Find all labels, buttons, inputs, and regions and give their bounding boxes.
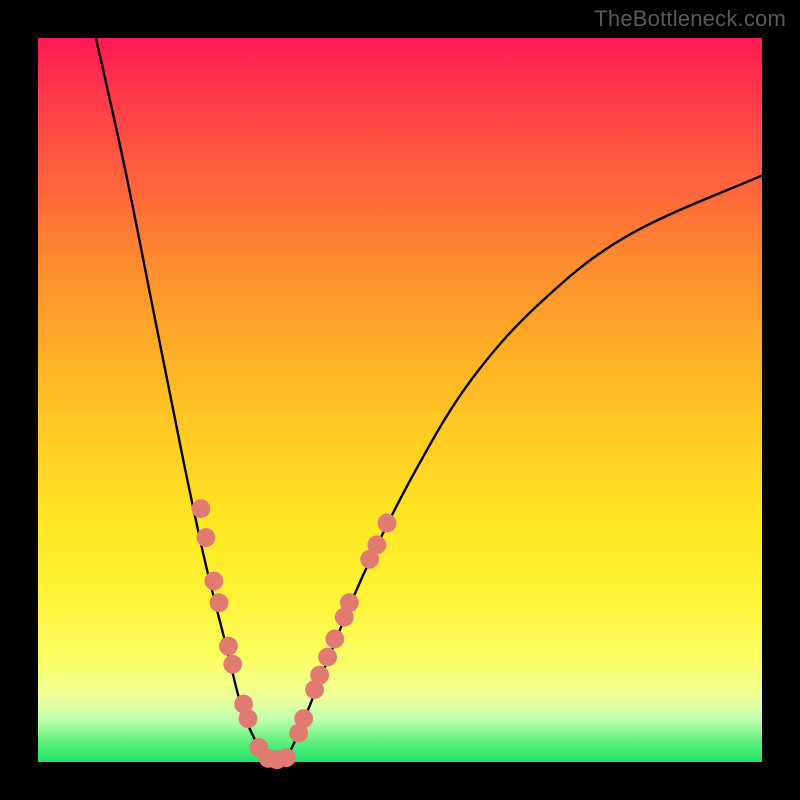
- data-marker: [340, 593, 359, 612]
- curve-right-leg: [284, 176, 762, 762]
- data-marker: [277, 748, 296, 767]
- data-marker: [310, 666, 329, 685]
- data-marker: [378, 514, 397, 533]
- data-marker: [210, 593, 229, 612]
- chart-svg: [38, 38, 762, 762]
- data-marker: [197, 528, 216, 547]
- data-marker: [191, 499, 210, 518]
- data-marker: [205, 572, 224, 591]
- watermark-text: TheBottleneck.com: [594, 6, 786, 32]
- data-marker: [294, 709, 313, 728]
- data-marker: [223, 655, 242, 674]
- data-marker: [318, 648, 337, 667]
- data-marker: [219, 637, 238, 656]
- curve-left-leg: [96, 38, 270, 762]
- chart-stage: TheBottleneck.com: [0, 0, 800, 800]
- plot-area: [38, 38, 762, 762]
- data-marker: [239, 709, 258, 728]
- data-marker: [325, 630, 344, 649]
- data-marker: [367, 535, 386, 554]
